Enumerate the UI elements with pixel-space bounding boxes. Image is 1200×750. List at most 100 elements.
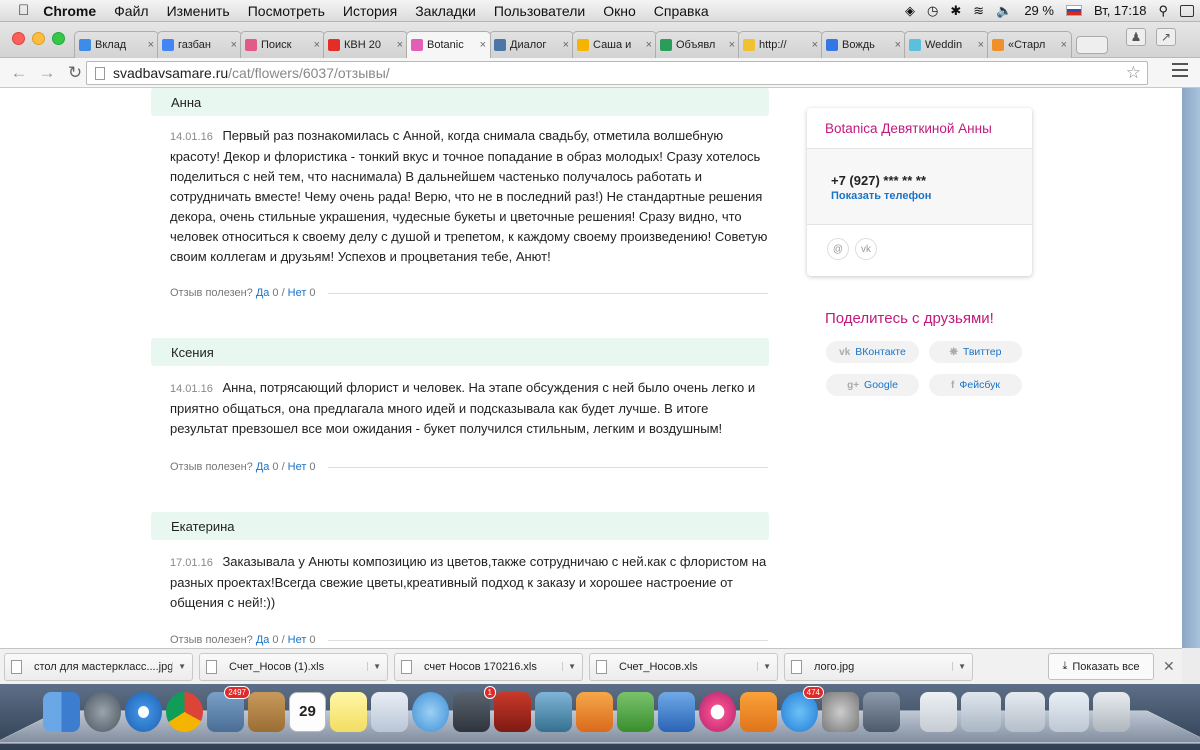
profile-icon[interactable]: ♟ xyxy=(1126,28,1146,46)
mail-icon[interactable]: 2497 xyxy=(207,686,250,732)
tab-close-icon[interactable]: × xyxy=(729,39,735,51)
messages-icon[interactable] xyxy=(412,692,449,732)
forward-arrow-icon[interactable]: → xyxy=(38,63,56,83)
desktop-window-thumbnail[interactable] xyxy=(961,692,1001,732)
browser-tab[interactable]: «Старл × xyxy=(987,31,1072,58)
wifi-icon[interactable]: ≋ xyxy=(973,3,984,19)
tab-close-icon[interactable]: × xyxy=(978,39,984,51)
browser-tab[interactable]: Вклад × xyxy=(74,31,159,58)
useful-yes-link[interactable]: Да xyxy=(256,287,270,299)
menu-help[interactable]: Справка xyxy=(654,3,709,19)
bookmark-star-icon[interactable]: ☆ xyxy=(1126,63,1141,83)
menubar-clock[interactable]: Вт, 17:18 xyxy=(1094,3,1147,18)
back-arrow-icon[interactable]: ← xyxy=(10,63,28,83)
tab-close-icon[interactable]: × xyxy=(1061,39,1067,51)
browser-tab[interactable]: Поиск × xyxy=(240,31,325,58)
share-twitter-button[interactable]: ❋ Твиттер xyxy=(929,341,1022,363)
itunes-icon[interactable] xyxy=(699,692,736,732)
chrome-menu-icon[interactable] xyxy=(1172,63,1188,77)
tab-close-icon[interactable]: × xyxy=(397,39,403,51)
tab-close-icon[interactable]: × xyxy=(231,39,237,51)
finder-icon[interactable] xyxy=(43,692,80,732)
browser-tab[interactable]: Weddin × xyxy=(904,31,989,58)
browser-tab[interactable]: Саша и × xyxy=(572,31,657,58)
calendar-icon[interactable]: 29 xyxy=(289,692,326,732)
volume-icon[interactable]: 🔈 xyxy=(996,3,1012,19)
notes-icon[interactable] xyxy=(330,692,367,732)
tab-close-icon[interactable]: × xyxy=(812,39,818,51)
numbers-icon[interactable] xyxy=(617,692,654,732)
useful-yes-link[interactable]: Да xyxy=(256,461,270,473)
menu-users[interactable]: Пользователи xyxy=(494,3,585,19)
browser-tab[interactable]: Диалог × xyxy=(489,31,574,58)
useful-yes-link[interactable]: Да xyxy=(256,634,270,646)
download-item[interactable]: стол для мастеркласс....jpg ▼ xyxy=(4,652,193,681)
notification-center-icon[interactable] xyxy=(1180,4,1194,17)
tab-close-icon[interactable]: × xyxy=(314,39,320,51)
minimize-window-button[interactable] xyxy=(32,32,45,45)
tab-close-icon[interactable]: × xyxy=(148,39,154,51)
menu-window[interactable]: Окно xyxy=(603,3,636,19)
ibooks-icon[interactable] xyxy=(740,692,777,732)
download-item[interactable]: Счет_Носов (1).xls ▼ xyxy=(199,652,388,681)
launchpad-icon[interactable] xyxy=(84,692,121,732)
chevron-down-icon[interactable]: ▼ xyxy=(952,662,966,671)
system-preferences-icon[interactable] xyxy=(822,692,859,732)
browser-tab[interactable]: http:// × xyxy=(738,31,823,58)
show-all-downloads-button[interactable]: ⤓ Показать все xyxy=(1048,653,1154,680)
pages-icon[interactable] xyxy=(576,692,613,732)
tab-close-icon[interactable]: × xyxy=(480,39,486,51)
download-item[interactable]: Счет_Носов.xls ▼ xyxy=(589,652,778,681)
safari-icon[interactable] xyxy=(125,692,162,732)
desktop-window-thumbnail[interactable] xyxy=(1005,692,1045,732)
menu-file[interactable]: Файл xyxy=(114,3,148,19)
app-store-icon[interactable]: 474 xyxy=(781,686,824,732)
chevron-down-icon[interactable]: ▼ xyxy=(367,662,381,671)
apple-icon[interactable]:  xyxy=(18,2,29,19)
menu-chrome[interactable]: Chrome xyxy=(43,3,96,19)
useful-no-link[interactable]: Нет xyxy=(288,287,307,299)
battery-status[interactable]: 29 % xyxy=(1024,3,1054,18)
address-bar[interactable]: svadbavsamare.ru /cat/flowers/6037/отзыв… xyxy=(86,61,1148,85)
browser-tab[interactable]: Botanic × xyxy=(406,31,491,58)
useful-no-link[interactable]: Нет xyxy=(288,634,307,646)
chevron-down-icon[interactable]: ▼ xyxy=(562,662,576,671)
vk-icon[interactable]: vk xyxy=(855,238,877,260)
useful-no-link[interactable]: Нет xyxy=(288,461,307,473)
vendor-name[interactable]: Botanica Девяткиной Анны xyxy=(807,108,1032,149)
facetime-icon[interactable]: 1 xyxy=(453,686,496,732)
close-window-button[interactable] xyxy=(12,32,25,45)
tab-close-icon[interactable]: × xyxy=(895,39,901,51)
browser-tab[interactable]: газбан × xyxy=(157,31,242,58)
chrome-icon[interactable] xyxy=(166,692,203,732)
desktop-window-thumbnail[interactable] xyxy=(1049,692,1089,732)
menu-view[interactable]: Посмотреть xyxy=(248,3,325,19)
keynote-icon[interactable] xyxy=(658,692,695,732)
menu-history[interactable]: История xyxy=(343,3,397,19)
browser-tab[interactable]: Вождь × xyxy=(821,31,906,58)
new-tab-button[interactable] xyxy=(1076,36,1108,54)
image-capture-icon[interactable] xyxy=(863,692,900,732)
chevron-down-icon[interactable]: ▼ xyxy=(172,662,186,671)
time-machine-icon[interactable]: ◷ xyxy=(927,3,938,19)
browser-tab[interactable]: Объявл × xyxy=(655,31,740,58)
email-icon[interactable]: @ xyxy=(827,238,849,260)
menu-bookmarks[interactable]: Закладки xyxy=(415,3,476,19)
share-google-button[interactable]: g+ Google xyxy=(826,374,919,396)
zoom-window-button[interactable] xyxy=(52,32,65,45)
tab-close-icon[interactable]: × xyxy=(563,39,569,51)
spotlight-icon[interactable]: ⚲ xyxy=(1158,3,1168,19)
photo-booth-icon[interactable] xyxy=(494,692,531,732)
trash-icon[interactable] xyxy=(1093,692,1130,732)
share-vk-button[interactable]: vk ВКонтакте xyxy=(826,341,919,363)
download-item[interactable]: счет Носов 170216.xls ▼ xyxy=(394,652,583,681)
bluetooth-icon[interactable]: ✱ xyxy=(950,3,961,19)
iphoto-icon[interactable] xyxy=(535,692,572,732)
show-phone-link[interactable]: Показать телефон xyxy=(831,190,1008,202)
reload-icon[interactable]: ↻ xyxy=(66,63,84,83)
preview-icon[interactable] xyxy=(371,692,408,732)
menu-edit[interactable]: Изменить xyxy=(167,3,230,19)
downloads-stack-icon[interactable] xyxy=(920,692,957,732)
browser-tab[interactable]: КВН 20 × xyxy=(323,31,408,58)
dropbox-icon[interactable]: ◈ xyxy=(905,3,915,19)
